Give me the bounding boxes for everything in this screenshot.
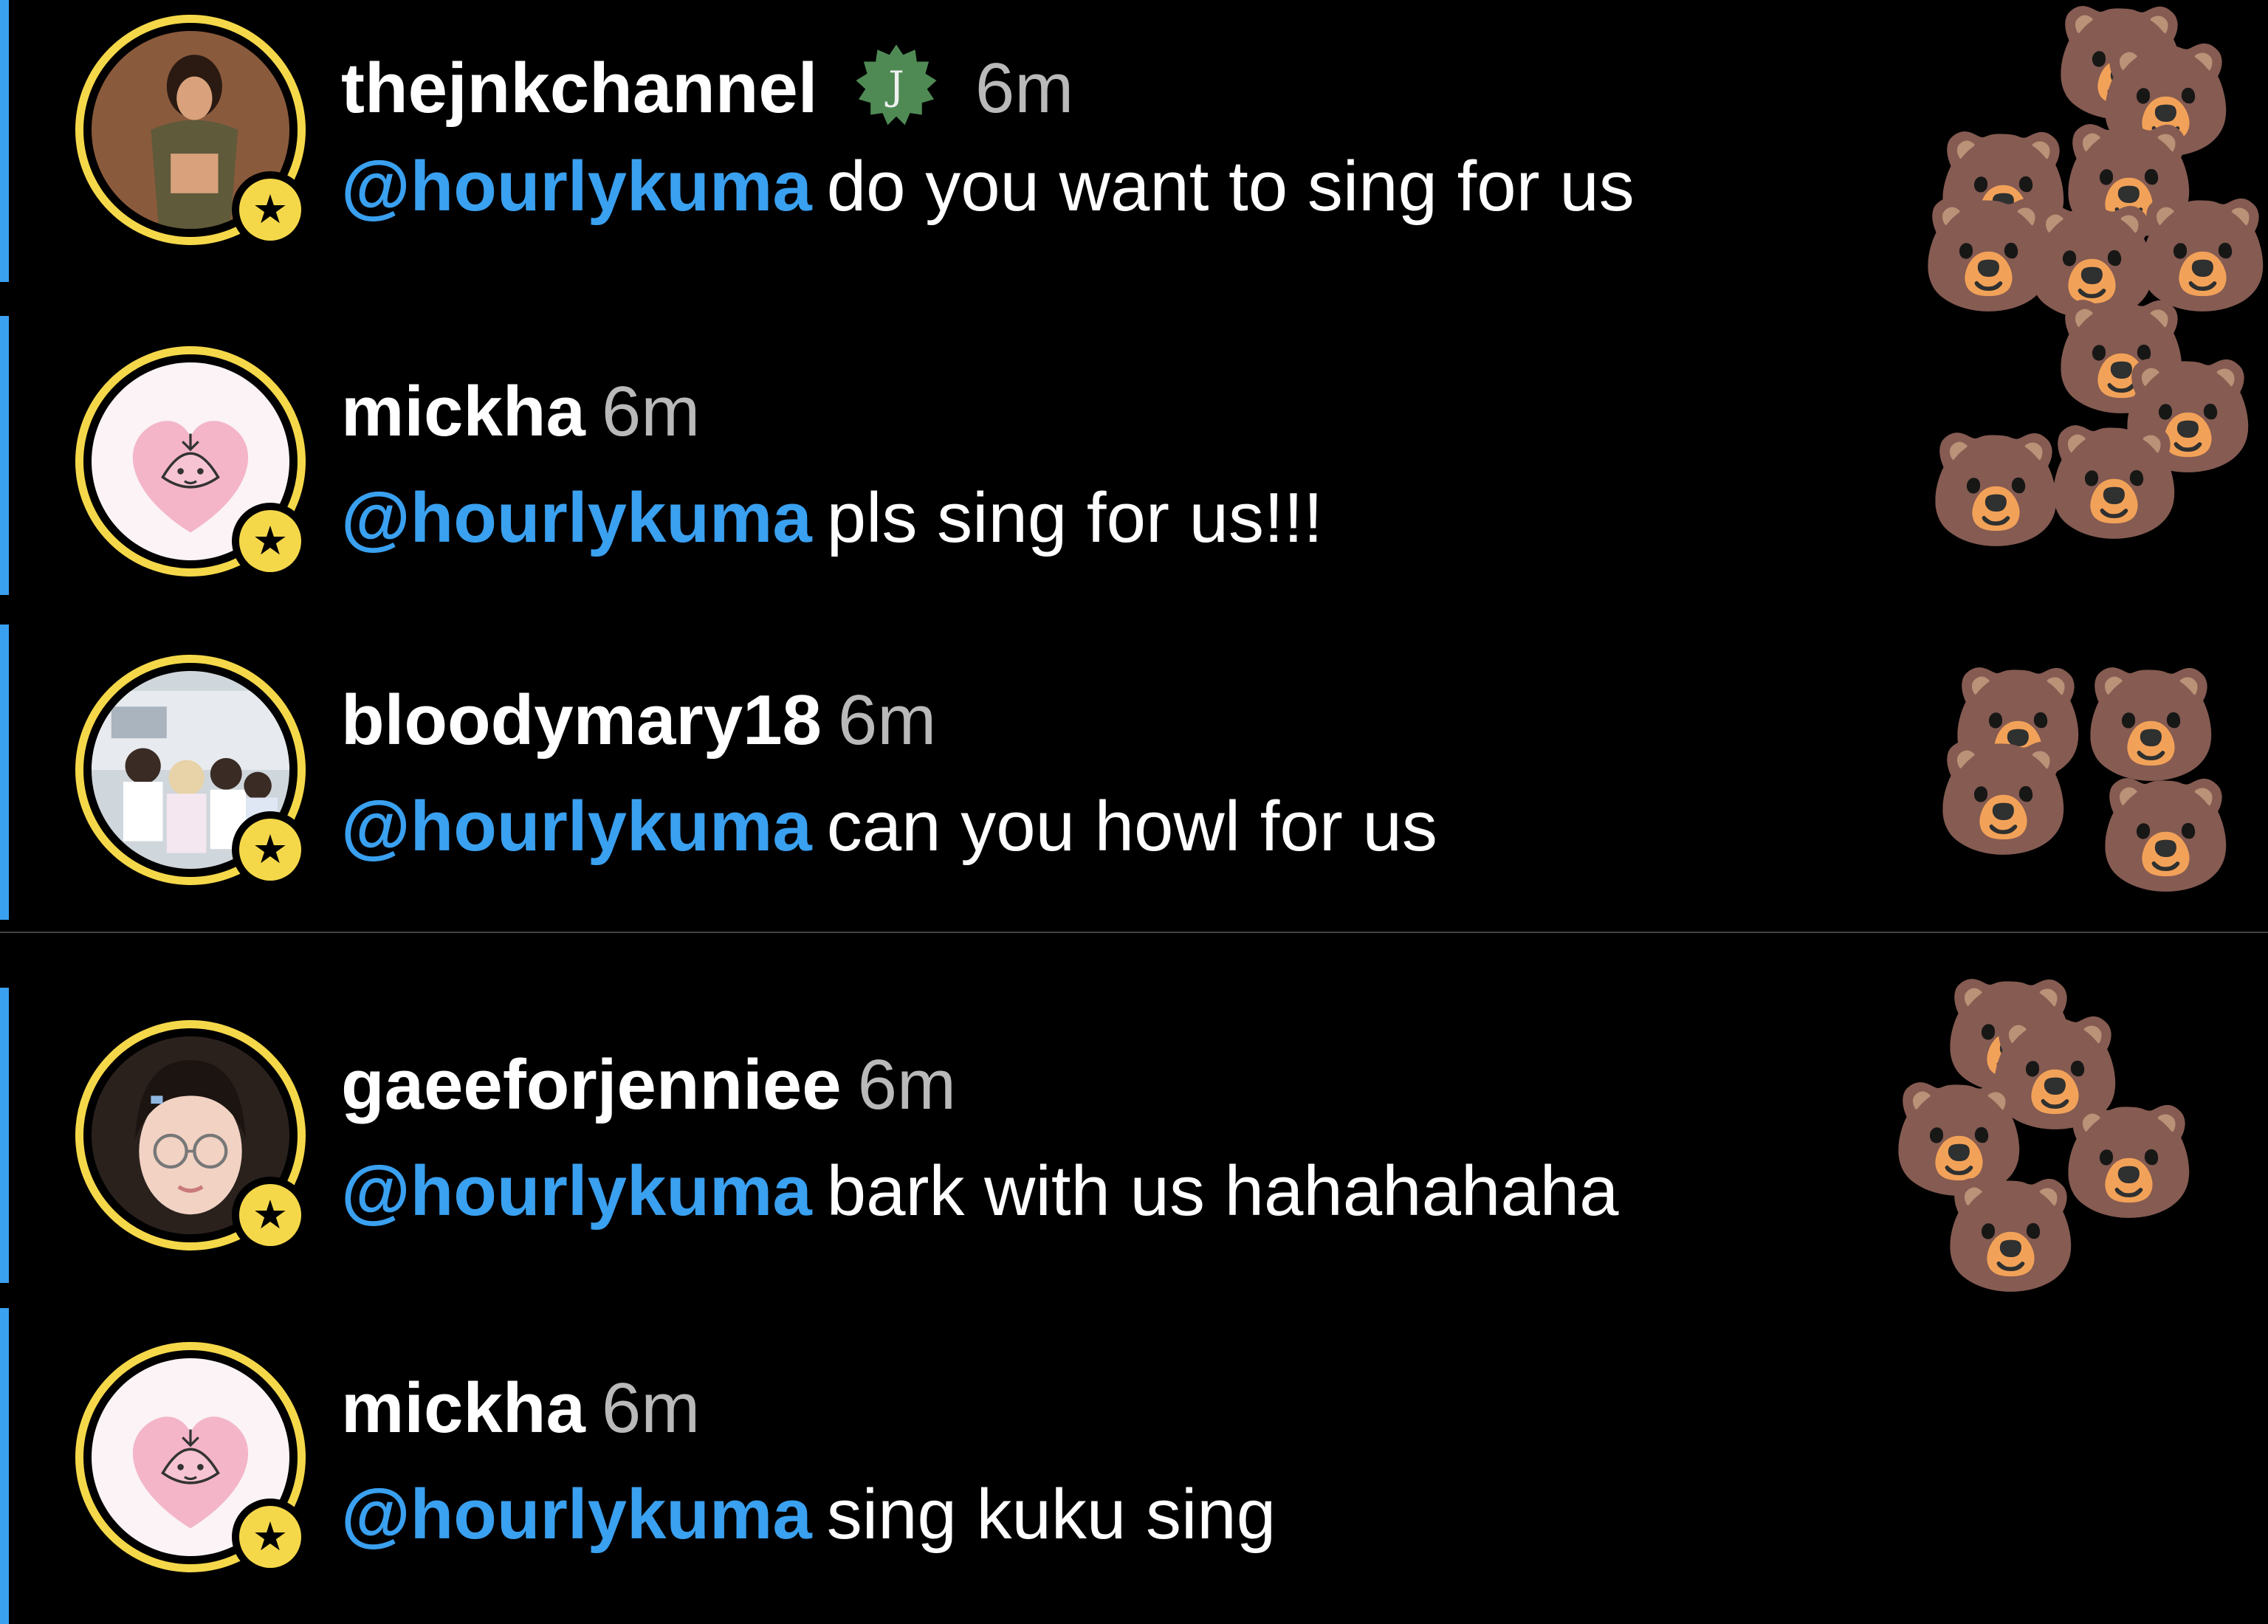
section-divider bbox=[0, 932, 2268, 933]
bear-emoji-cluster: 🐻 🐻 🐻 🐻 🐻 🐻 🐻 bbox=[1905, 0, 2268, 317]
avatar[interactable]: ★ bbox=[75, 1020, 309, 1253]
comment-feed: ★ thejnkchannel J 6m @hourlykuma do you w… bbox=[0, 0, 2268, 1624]
bear-emoji: 🐻 bbox=[2134, 193, 2268, 317]
timestamp: 6m bbox=[837, 681, 937, 760]
comment-text: sing kuku sing bbox=[826, 1475, 1276, 1554]
bear-emoji: 🐻 bbox=[2060, 1099, 2198, 1223]
comment-body: @hourlykuma sing kuku sing bbox=[341, 1479, 1276, 1550]
bear-emoji-cluster: 🐻 🐻 🐻 🐻 bbox=[1905, 625, 2268, 935]
verified-badge-icon: J bbox=[853, 43, 939, 128]
comment-text: can you howl for us bbox=[826, 787, 1437, 866]
highlight-bar bbox=[0, 988, 9, 1283]
comment-item: ★ bloodymary18 6m @hourlykuma can you howl… bbox=[0, 625, 2268, 920]
comment-item: ★ mickha 6m @hourlykuma pls sing for us!!!… bbox=[0, 301, 2268, 596]
avatar[interactable]: ★ bbox=[75, 346, 309, 579]
timestamp: 6m bbox=[857, 1045, 956, 1124]
comment-header: mickha 6m bbox=[341, 1373, 700, 1444]
star-icon: ★ bbox=[239, 1506, 301, 1568]
bear-emoji: 🐻 bbox=[2082, 662, 2220, 786]
mention-link[interactable]: @hourlykuma bbox=[341, 1475, 812, 1554]
username[interactable]: thejnkchannel bbox=[341, 49, 817, 128]
star-badge: ★ bbox=[232, 1177, 309, 1253]
timestamp: 6m bbox=[601, 1369, 701, 1448]
timestamp: 6m bbox=[601, 372, 701, 451]
username[interactable]: bloodymary18 bbox=[341, 681, 822, 760]
username[interactable]: mickha bbox=[341, 372, 585, 451]
comment-body: @hourlykuma bark with us hahahahaha bbox=[341, 1156, 1619, 1227]
username[interactable]: mickha bbox=[341, 1369, 585, 1448]
comment-item: ★ mickha 6m @hourlykuma sing kuku sing bbox=[0, 1308, 2268, 1624]
comment-header: mickha 6m bbox=[341, 376, 700, 447]
mention-link[interactable]: @hourlykuma bbox=[341, 147, 812, 226]
highlight-bar bbox=[0, 625, 9, 920]
mention-link[interactable]: @hourlykuma bbox=[341, 787, 812, 866]
timestamp: 6m bbox=[975, 49, 1074, 128]
star-icon: ★ bbox=[239, 819, 301, 881]
comment-body: @hourlykuma do you want to sing for us bbox=[341, 151, 1635, 222]
bear-emoji: 🐻 bbox=[1942, 1173, 2080, 1297]
comment-item: ★ gaeeforjenniee 6m @hourlykuma bark with … bbox=[0, 980, 2268, 1290]
avatar[interactable]: ★ bbox=[75, 15, 309, 248]
bear-emoji: 🐻 bbox=[2045, 420, 2183, 544]
star-icon: ★ bbox=[239, 510, 301, 572]
comment-body: @hourlykuma pls sing for us!!! bbox=[341, 483, 1323, 554]
highlight-bar bbox=[0, 0, 9, 282]
comment-header: gaeeforjenniee 6m bbox=[341, 1050, 956, 1121]
bear-emoji: 🐻 bbox=[1927, 427, 2065, 551]
bear-emoji: 🐻 bbox=[1934, 736, 2072, 860]
star-badge: ★ bbox=[232, 171, 309, 248]
avatar[interactable]: ★ bbox=[75, 655, 309, 888]
star-badge: ★ bbox=[232, 811, 309, 888]
comment-item: ★ thejnkchannel J 6m @hourlykuma do you w… bbox=[0, 0, 2268, 317]
bear-emoji-cluster: 🐻 🐻 🐻 🐻 🐻 bbox=[1875, 980, 2259, 1298]
comment-text: do you want to sing for us bbox=[826, 147, 1635, 226]
comment-text: bark with us hahahahaha bbox=[826, 1152, 1619, 1231]
star-icon: ★ bbox=[239, 179, 301, 241]
mention-link[interactable]: @hourlykuma bbox=[341, 1152, 812, 1231]
bear-emoji-cluster: 🐻 🐻 🐻 🐻 bbox=[1905, 301, 2268, 596]
comment-header: thejnkchannel J 6m bbox=[341, 43, 1073, 128]
comment-body: @hourlykuma can you howl for us bbox=[341, 791, 1437, 862]
avatar[interactable]: ★ bbox=[75, 1342, 309, 1575]
comment-text: pls sing for us!!! bbox=[826, 478, 1324, 557]
star-icon: ★ bbox=[239, 1184, 301, 1246]
bear-emoji: 🐻 bbox=[2097, 773, 2235, 897]
username[interactable]: gaeeforjenniee bbox=[341, 1045, 842, 1124]
highlight-bar bbox=[0, 1308, 9, 1624]
star-badge: ★ bbox=[232, 503, 309, 579]
comment-header: bloodymary18 6m bbox=[341, 685, 936, 756]
mention-link[interactable]: @hourlykuma bbox=[341, 478, 812, 557]
highlight-bar bbox=[0, 316, 9, 595]
star-badge: ★ bbox=[232, 1499, 309, 1575]
